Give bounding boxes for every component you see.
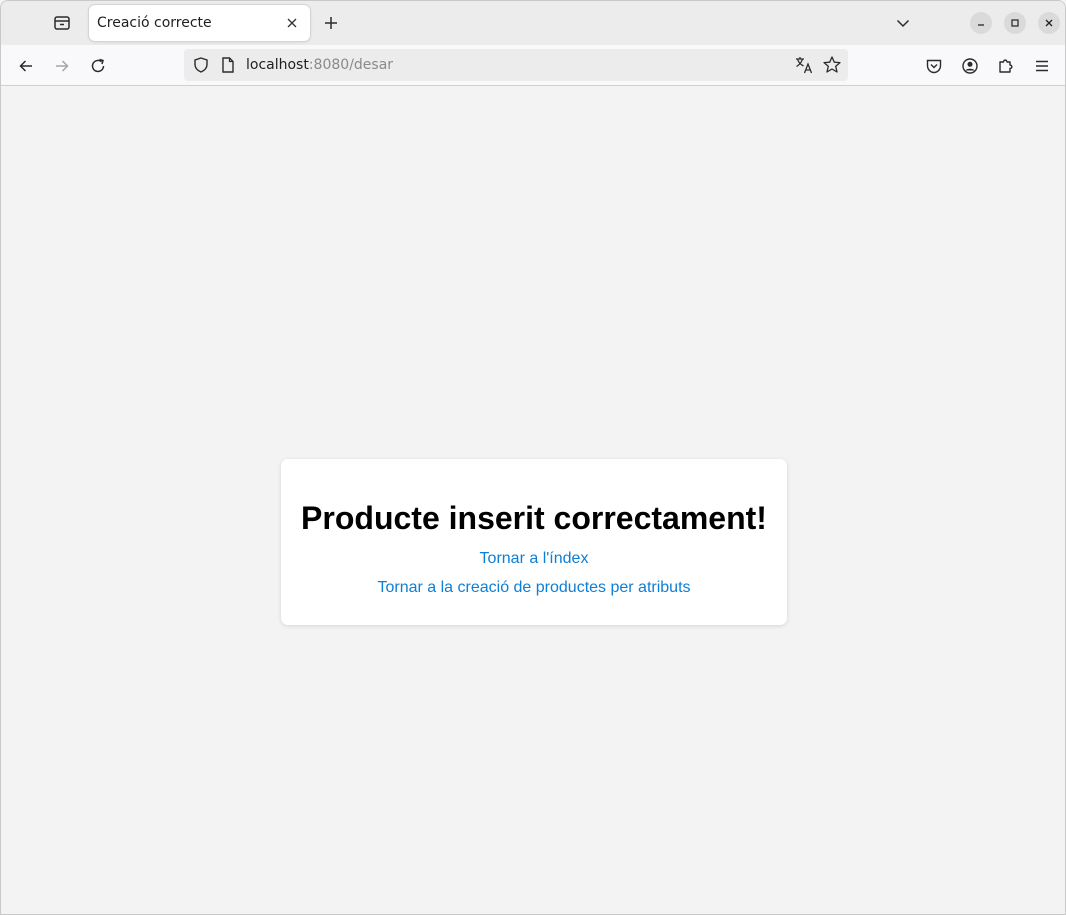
url-text[interactable]: localhost:8080/desar bbox=[246, 57, 393, 73]
back-to-product-creation-link[interactable]: Tornar a la creació de productes per atr… bbox=[281, 579, 787, 597]
reload-icon bbox=[91, 58, 105, 73]
extensions-button[interactable] bbox=[991, 51, 1021, 81]
page-title: Producte inserit correctament! bbox=[301, 500, 767, 536]
tab-title: Creació correcte bbox=[97, 15, 212, 31]
success-card: Producte inserit correctament! Tornar a … bbox=[281, 459, 787, 625]
menu-button[interactable] bbox=[1027, 51, 1057, 81]
account-button[interactable] bbox=[955, 51, 985, 81]
forward-button[interactable] bbox=[47, 51, 77, 81]
bookmark-star-icon[interactable] bbox=[822, 55, 842, 75]
url-path: :8080/desar bbox=[308, 57, 394, 73]
minimize-button[interactable] bbox=[970, 12, 992, 34]
firefox-view-button[interactable] bbox=[45, 7, 79, 39]
list-all-tabs-button[interactable] bbox=[889, 9, 917, 37]
close-icon bbox=[1045, 19, 1053, 27]
plus-icon bbox=[325, 17, 337, 29]
account-icon bbox=[962, 58, 978, 74]
puzzle-piece-icon bbox=[999, 59, 1013, 73]
shield-icon[interactable] bbox=[192, 56, 210, 74]
active-tab[interactable]: Creació correcte bbox=[89, 5, 310, 41]
arrow-right-icon bbox=[56, 60, 69, 72]
page-viewport: Producte inserit correctament! Tornar a … bbox=[1, 86, 1065, 914]
back-button[interactable] bbox=[11, 51, 41, 81]
url-host: localhost bbox=[246, 57, 309, 73]
minimize-icon bbox=[978, 24, 984, 26]
hamburger-menu-icon bbox=[1036, 60, 1048, 72]
browser-window: Creació correcte localhost:8080/desar Pr… bbox=[0, 0, 1066, 915]
address-bar[interactable]: localhost:8080/desar bbox=[184, 49, 848, 81]
reload-button[interactable] bbox=[83, 51, 113, 81]
maximize-icon bbox=[1011, 19, 1019, 27]
arrow-left-icon bbox=[19, 60, 32, 72]
pocket-icon bbox=[926, 59, 942, 74]
tab-close-button[interactable] bbox=[282, 13, 302, 33]
close-window-button[interactable] bbox=[1038, 12, 1060, 34]
page-icon[interactable] bbox=[220, 56, 236, 74]
new-tab-button[interactable] bbox=[317, 9, 345, 37]
back-to-index-link[interactable]: Tornar a l'índex bbox=[281, 550, 787, 568]
tab-strip: Creació correcte bbox=[1, 1, 1065, 45]
close-icon bbox=[287, 18, 297, 28]
maximize-button[interactable] bbox=[1004, 12, 1026, 34]
firefox-view-icon bbox=[54, 16, 70, 30]
navigation-toolbar: localhost:8080/desar bbox=[1, 45, 1065, 86]
translate-icon[interactable] bbox=[794, 55, 814, 75]
pocket-button[interactable] bbox=[919, 51, 949, 81]
chevron-down-icon bbox=[896, 19, 910, 28]
